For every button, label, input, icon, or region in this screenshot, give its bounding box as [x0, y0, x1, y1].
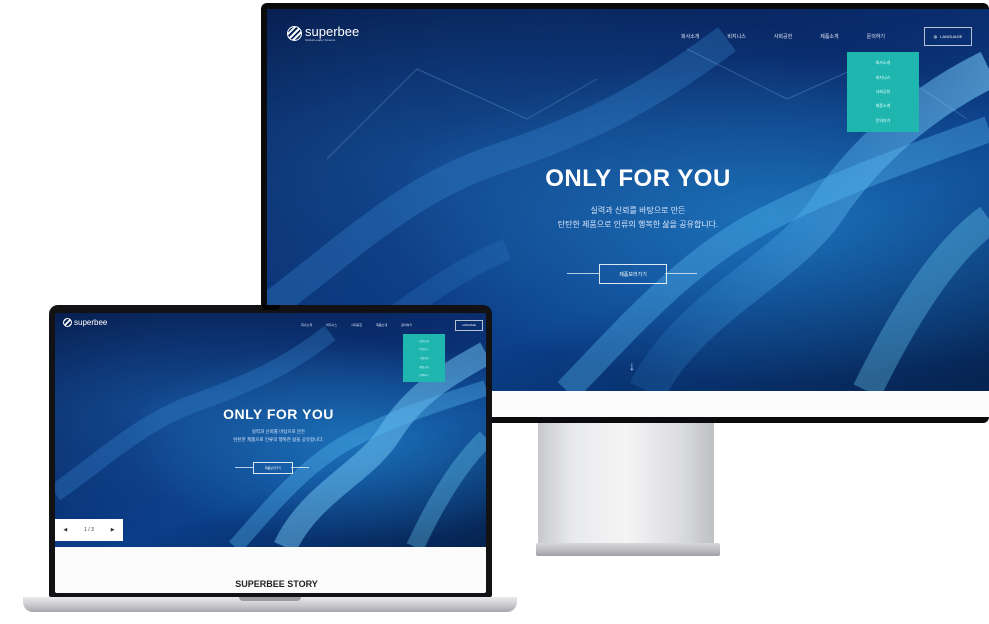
- monitor-stand-base: [536, 543, 720, 556]
- laptop-cta-left-line: [235, 467, 253, 468]
- nav-dropdown: 회사소개 비지니스 사회공헌 제품소개 문의하기: [847, 52, 919, 132]
- laptop-dropdown-item-business[interactable]: 비지니스: [419, 347, 428, 351]
- main-nav: 회사소개 비지니스 사회공헌 제품소개 문의하기: [681, 33, 885, 40]
- scroll-down-icon[interactable]: ↓: [625, 359, 639, 373]
- globe-icon: ◍: [933, 34, 938, 39]
- laptop-main-nav: 회사소개 비지니스 사회공헌 제품소개 문의하기: [301, 323, 412, 327]
- pager-next-icon[interactable]: ▶: [111, 527, 115, 533]
- logo-mark-icon: [287, 26, 302, 41]
- laptop-hero-subtitle-line1: 실력과 신뢰를 바탕으로 만든: [251, 429, 306, 434]
- laptop-lip: [239, 597, 301, 601]
- cta-left-line: [567, 273, 599, 274]
- dropdown-item-products[interactable]: 제품소개: [876, 103, 891, 109]
- pager-prev-icon[interactable]: ◀: [63, 527, 67, 533]
- laptop-nav-item-products[interactable]: 제품소개: [376, 323, 387, 327]
- story-title: SUPERBEE STORY: [235, 579, 318, 589]
- brand-logo[interactable]: superbee Global Leader Science: [287, 25, 359, 42]
- language-label: LANGUAGE: [940, 34, 963, 39]
- pager-status: 1 / 3: [84, 527, 94, 533]
- dropdown-item-company[interactable]: 회사소개: [876, 60, 891, 66]
- camera-notch: [262, 305, 280, 310]
- dropdown-item-social[interactable]: 사회공헌: [876, 89, 891, 95]
- laptop-hero-subtitle-line2: 탄탄한 제품으로 인류의 행복한 삶을 공유합니다.: [233, 437, 324, 442]
- cta-label: 제품보러가기: [619, 271, 647, 278]
- laptop-brand-logo[interactable]: superbee: [63, 318, 107, 327]
- laptop-dropdown-item-company[interactable]: 회사소개: [419, 339, 428, 343]
- hero-slider-pager: ◀ 1 / 3 ▶: [55, 519, 123, 541]
- hero-subtitle-line2: 탄탄한 제품으로 인류의 행복한 삶을 공유합니다.: [557, 220, 719, 229]
- laptop-website: superbee 회사소개 비지니스 사회공헌 제품소개 문의하기 LANGUA…: [55, 313, 486, 593]
- hero-subtitle-line1: 실력과 신뢰를 바탕으로 만든: [590, 206, 686, 215]
- laptop-cta-label: 제품보러가기: [264, 466, 282, 470]
- laptop-dropdown-item-contact[interactable]: 문의하기: [419, 373, 428, 377]
- laptop-nav-item-social[interactable]: 사회공헌: [351, 323, 362, 327]
- brand-name: superbee: [305, 24, 360, 39]
- dropdown-item-contact[interactable]: 문의하기: [876, 118, 891, 124]
- laptop-language-label: LANGUAGE: [462, 324, 476, 327]
- hero-title: ONLY FOR YOU: [545, 165, 731, 192]
- laptop-nav-dropdown: 회사소개 비지니스 사회공헌 제품소개 문의하기: [403, 334, 445, 382]
- nav-item-social[interactable]: 사회공헌: [774, 33, 792, 40]
- cta-right-line: [665, 273, 697, 274]
- laptop-nav-item-contact[interactable]: 문의하기: [401, 323, 412, 327]
- language-button[interactable]: ◍ LANGUAGE: [924, 27, 972, 46]
- laptop-cta-button[interactable]: 제품보러가기: [253, 462, 293, 474]
- laptop-hero-title: ONLY FOR YOU: [223, 406, 334, 422]
- cta-button[interactable]: 제품보러가기: [599, 264, 667, 284]
- laptop-hero-section: superbee 회사소개 비지니스 사회공헌 제품소개 문의하기 LANGUA…: [55, 313, 486, 547]
- nav-item-business[interactable]: 비지니스: [727, 33, 745, 40]
- monitor-stand: [538, 423, 714, 545]
- laptop-cta-right-line: [291, 467, 309, 468]
- laptop: superbee 회사소개 비지니스 사회공헌 제품소개 문의하기 LANGUA…: [49, 305, 492, 597]
- dropdown-item-business[interactable]: 비지니스: [876, 75, 891, 81]
- laptop-dropdown-item-social[interactable]: 사회공헌: [419, 356, 428, 360]
- nav-item-company[interactable]: 회사소개: [681, 33, 699, 40]
- laptop-brand-name: superbee: [74, 318, 108, 327]
- laptop-nav-item-business[interactable]: 비지니스: [326, 323, 337, 327]
- laptop-nav-item-company[interactable]: 회사소개: [301, 323, 312, 327]
- nav-item-products[interactable]: 제품소개: [820, 33, 838, 40]
- nav-item-contact[interactable]: 문의하기: [867, 33, 885, 40]
- laptop-language-button[interactable]: LANGUAGE: [455, 320, 483, 331]
- laptop-logo-mark-icon: [63, 318, 72, 327]
- laptop-content-band: SUPERBEE STORY: [55, 547, 486, 593]
- laptop-dropdown-item-products[interactable]: 제품소개: [419, 365, 428, 369]
